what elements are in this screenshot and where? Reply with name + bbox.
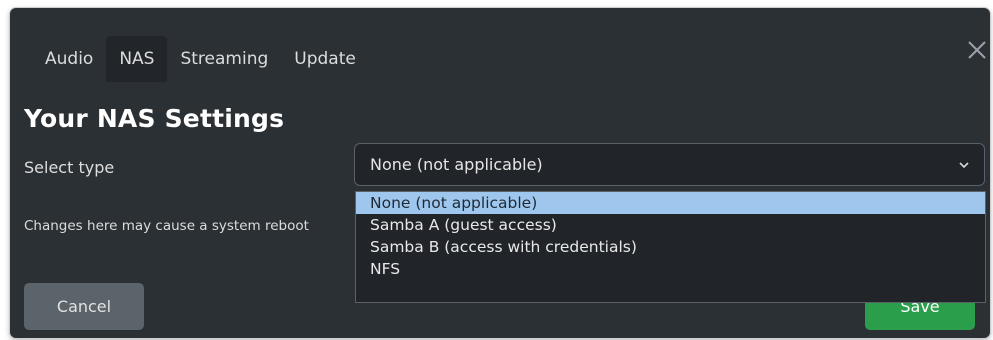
nas-type-dropdown-list: None (not applicable) Samba A (guest acc…	[355, 191, 986, 303]
dropdown-option-nfs[interactable]: NFS	[356, 258, 985, 280]
select-type-label: Select type	[24, 158, 115, 177]
tab-update[interactable]: Update	[281, 36, 369, 82]
page-title: Your NAS Settings	[24, 104, 285, 133]
tab-streaming[interactable]: Streaming	[167, 36, 282, 82]
close-button[interactable]	[965, 38, 989, 62]
reboot-warning-text: Changes here may cause a system reboot	[24, 218, 309, 234]
select-current-value: None (not applicable)	[370, 155, 543, 174]
nas-settings-dialog: Audio NAS Streaming Update Your NAS Sett…	[10, 8, 990, 338]
tab-audio[interactable]: Audio	[32, 36, 107, 82]
tab-bar: Audio NAS Streaming Update	[32, 36, 369, 82]
cancel-button[interactable]: Cancel	[24, 283, 144, 330]
dropdown-option-samba-a[interactable]: Samba A (guest access)	[356, 214, 985, 236]
tab-nas[interactable]: NAS	[106, 36, 168, 82]
chevron-down-icon	[959, 162, 969, 169]
nas-type-select[interactable]: None (not applicable)	[354, 143, 985, 186]
close-icon	[968, 41, 986, 59]
dropdown-option-samba-b[interactable]: Samba B (access with credentials)	[356, 236, 985, 258]
dropdown-option-none[interactable]: None (not applicable)	[356, 192, 985, 214]
